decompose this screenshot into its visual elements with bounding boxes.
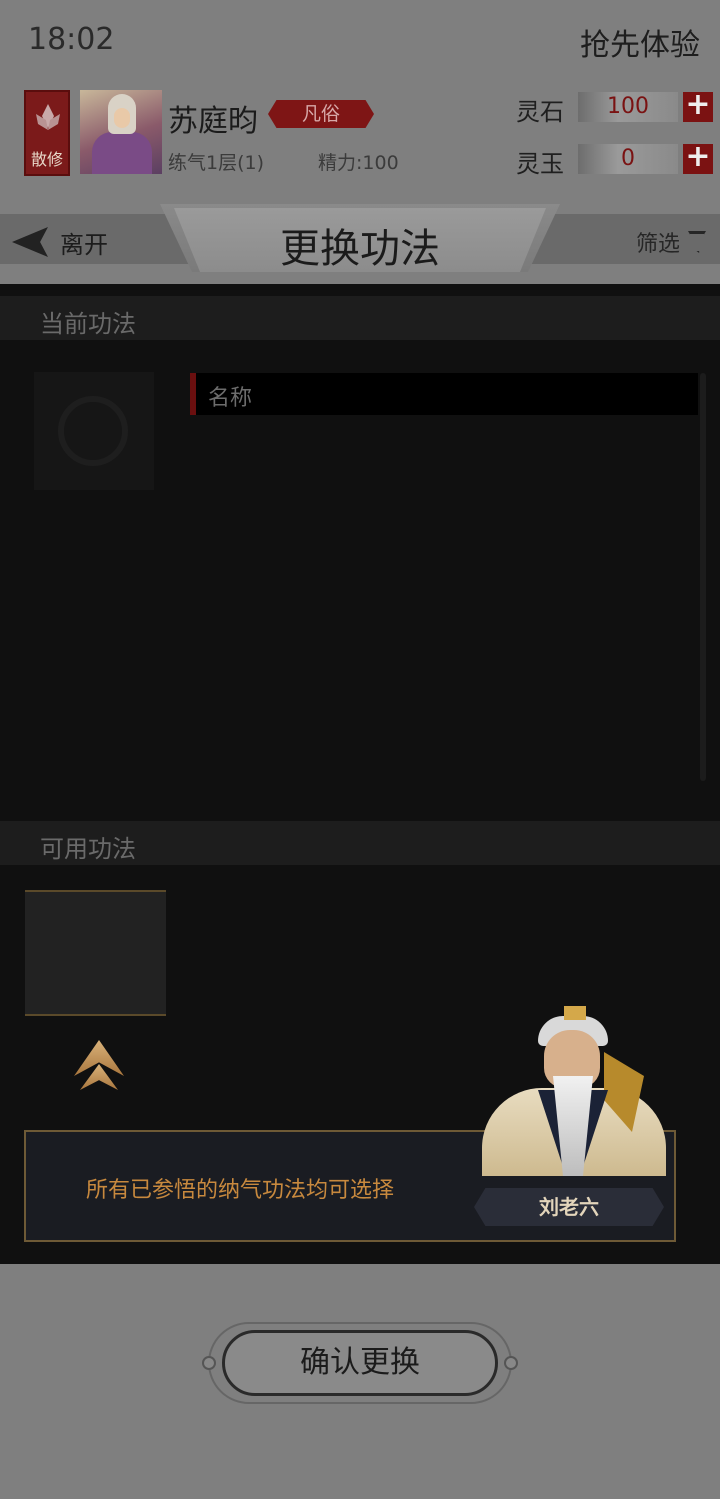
filter-label: 筛选 [635, 232, 680, 257]
player-avatar[interactable] [80, 90, 162, 174]
npc-name: 刘老六 [474, 1188, 664, 1226]
player-energy: 精力:100 [318, 152, 399, 174]
spirit-jade-label: 灵玉 [516, 150, 564, 178]
spirit-jade-value: 0 [578, 144, 678, 174]
npc-dialog-text: 所有已参悟的纳气功法均可选择 [86, 1178, 395, 1203]
player-name: 苏庭昀 [168, 104, 258, 139]
confirm-change-button[interactable]: 确认更换 [222, 1330, 498, 1396]
status-time: 18:02 [28, 22, 115, 57]
player-level: 练气1层(1) [168, 152, 265, 174]
page-title-plate: 更换功法 [160, 204, 560, 272]
technique-name-placeholder: 名称 [208, 386, 253, 411]
bottom-bar: 确认更换 [0, 1264, 720, 1499]
back-arrow-icon [12, 227, 48, 257]
player-header: 散修 苏庭昀 凡俗 练气1层(1) 精力:100 灵石 100 + 灵玉 0 + [0, 80, 720, 188]
add-spirit-stone-button[interactable]: + [683, 90, 713, 122]
technique-name-row: 名称 [190, 373, 698, 415]
leave-button[interactable]: 离开 [12, 222, 108, 262]
sect-badge[interactable]: 散修 [24, 90, 70, 176]
technique-emblem-icon [58, 396, 128, 466]
filter-button[interactable]: 筛选 [636, 226, 706, 258]
available-technique-header: 可用功法 [0, 821, 720, 865]
spirit-stone-value: 100 [578, 92, 678, 122]
npc-portrait [476, 1006, 672, 1176]
current-technique-header: 当前功法 [0, 296, 720, 340]
rank-badge: 凡俗 [268, 100, 374, 128]
lotus-icon [36, 104, 60, 130]
current-technique-slot[interactable] [34, 372, 154, 490]
available-technique-slot[interactable] [25, 890, 166, 1016]
filter-icon [688, 231, 706, 253]
sect-label: 散修 [30, 150, 63, 169]
status-bar: 18:02 抢先体验 [0, 0, 720, 80]
chevron-up-icon [74, 1040, 124, 1092]
spirit-stone-label: 灵石 [516, 98, 564, 126]
available-technique-title: 可用功法 [40, 835, 136, 863]
add-spirit-jade-button[interactable]: + [683, 142, 713, 174]
early-access-label[interactable]: 抢先体验 [580, 20, 700, 64]
leave-label: 离开 [60, 230, 108, 259]
current-technique-title: 当前功法 [40, 310, 136, 338]
detail-scrollbar[interactable] [700, 373, 706, 781]
page-title: 更换功法 [280, 226, 440, 272]
nav-bar: 离开 更换功法 筛选 [0, 188, 720, 284]
technique-panel: 当前功法 名称 可用功法 所有已参悟的纳气功法均可选择 刘老六 [0, 284, 720, 1264]
